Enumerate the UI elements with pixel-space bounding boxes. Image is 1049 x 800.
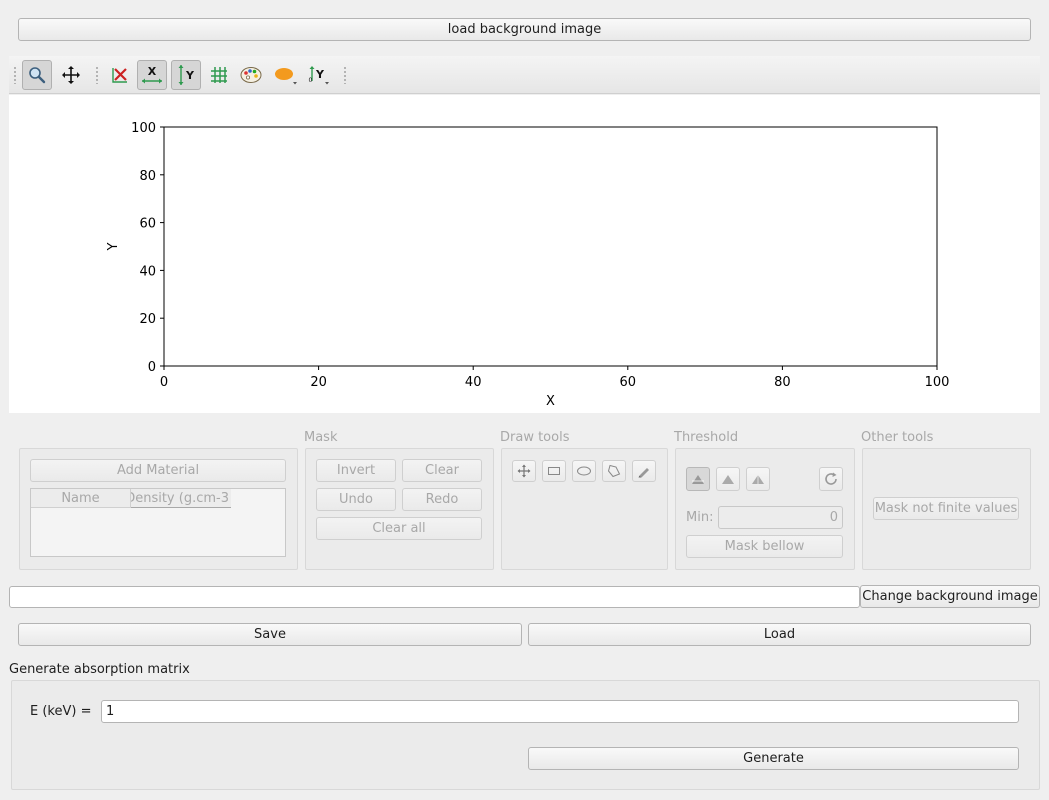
toolbar-grip[interactable]	[13, 66, 17, 84]
x-tick-label: 100	[925, 375, 950, 390]
draw-rectangle-button[interactable]	[542, 460, 566, 482]
y-tick-label: 60	[139, 217, 156, 232]
plot-toolbar: X Y 0 Y	[9, 56, 1040, 94]
column-header-name[interactable]: Name	[31, 489, 131, 508]
pencil-icon	[638, 468, 649, 478]
x-axis-icon: X	[142, 65, 162, 84]
y-tick-label: 80	[139, 169, 156, 184]
marker-color-icon	[275, 68, 297, 85]
mask-group-title: Mask	[304, 430, 338, 445]
clear-button[interactable]: Clear	[402, 459, 482, 482]
absorption-group-title: Generate absorption matrix	[9, 662, 190, 677]
grid-button[interactable]	[204, 60, 234, 90]
min-input[interactable]	[718, 506, 843, 529]
clear-axis-icon	[112, 68, 127, 83]
x-tick-label: 60	[620, 375, 637, 390]
polygon-icon	[607, 464, 621, 478]
toolbar-grip[interactable]	[343, 66, 347, 84]
svg-text:Y: Y	[185, 69, 195, 82]
y-axis-button[interactable]: Y	[171, 60, 201, 90]
load-background-image-button[interactable]: load background image	[18, 18, 1031, 41]
x-tick-label: 40	[465, 375, 482, 390]
palette-button[interactable]	[236, 60, 266, 90]
move-icon	[517, 464, 531, 478]
generate-button[interactable]: Generate	[528, 747, 1019, 770]
redo-button[interactable]: Redo	[402, 488, 482, 511]
clear-all-button[interactable]: Clear all	[316, 517, 482, 540]
energy-input[interactable]	[101, 700, 1019, 723]
draw-polygon-button[interactable]	[602, 460, 626, 482]
zoom-icon	[29, 67, 46, 84]
x-tick-label: 20	[310, 375, 327, 390]
palette-icon	[240, 67, 262, 83]
y-scale-button[interactable]: 0 Y	[304, 60, 334, 90]
rectangle-icon	[548, 467, 560, 475]
min-label: Min:	[686, 510, 714, 525]
absorption-group	[11, 680, 1040, 790]
zoom-button[interactable]	[22, 60, 52, 90]
y-axis-icon: Y	[178, 65, 195, 85]
y-axis-label: Y	[106, 242, 121, 251]
toolbar-grip[interactable]	[95, 66, 99, 84]
y-scale-icon: 0 Y	[309, 66, 329, 85]
svg-text:X: X	[148, 65, 157, 78]
x-tick-label: 80	[774, 375, 791, 390]
threshold-title: Threshold	[674, 430, 739, 445]
load-button[interactable]: Load	[528, 623, 1031, 646]
y-tick-label: 100	[131, 121, 156, 136]
marker-color-button[interactable]	[270, 60, 300, 90]
threshold-peak-icon	[692, 475, 704, 484]
column-header-density[interactable]: Density (g.cm-3	[131, 489, 231, 508]
materials-table[interactable]: Name Density (g.cm-3	[30, 488, 286, 557]
save-button[interactable]: Save	[18, 623, 522, 646]
undo-button[interactable]: Undo	[316, 488, 396, 511]
draw-pencil-button[interactable]	[632, 460, 656, 482]
mask-below-button[interactable]: Mask bellow	[686, 535, 843, 558]
energy-label: E (keV) =	[30, 704, 92, 719]
draw-ellipse-button[interactable]	[572, 460, 596, 482]
mask-not-finite-button[interactable]: Mask not finite values	[873, 497, 1019, 520]
ellipse-icon	[577, 466, 591, 476]
other-tools-title: Other tools	[861, 430, 934, 445]
svg-text:Y: Y	[315, 68, 325, 81]
x-axis-label: X	[546, 394, 555, 409]
x-axis-button[interactable]: X	[137, 60, 167, 90]
plot-area	[163, 126, 938, 367]
pan-icon	[62, 66, 80, 84]
y-tick-label: 40	[139, 264, 156, 279]
refresh-button[interactable]	[819, 467, 843, 491]
x-tick-label: 0	[160, 375, 168, 390]
threshold-mode-3-button[interactable]	[746, 467, 770, 491]
clear-axis-button[interactable]	[105, 60, 135, 90]
threshold-mode-2-button[interactable]	[716, 467, 740, 491]
invert-button[interactable]: Invert	[316, 459, 396, 482]
threshold-mode-1-button[interactable]	[686, 467, 710, 491]
refresh-icon	[825, 472, 837, 485]
svg-text:0: 0	[309, 77, 313, 84]
change-background-button[interactable]: Change background image	[860, 585, 1040, 608]
y-tick-label: 20	[139, 312, 156, 327]
pan-button[interactable]	[56, 60, 86, 90]
draw-move-button[interactable]	[512, 460, 536, 482]
grid-icon	[211, 67, 227, 83]
chart: 0 20 40 60 80 100 0 20 40 60 80 100 X Y	[106, 121, 950, 409]
threshold-peak-icon	[722, 475, 734, 484]
draw-tools-title: Draw tools	[500, 430, 570, 445]
plot-canvas[interactable]: 0 20 40 60 80 100 0 20 40 60 80 100 X Y	[9, 95, 1040, 413]
add-material-button[interactable]: Add Material	[30, 459, 286, 482]
background-path-input[interactable]	[9, 586, 860, 608]
threshold-peak-icon	[752, 475, 764, 484]
y-tick-label: 0	[148, 360, 156, 375]
